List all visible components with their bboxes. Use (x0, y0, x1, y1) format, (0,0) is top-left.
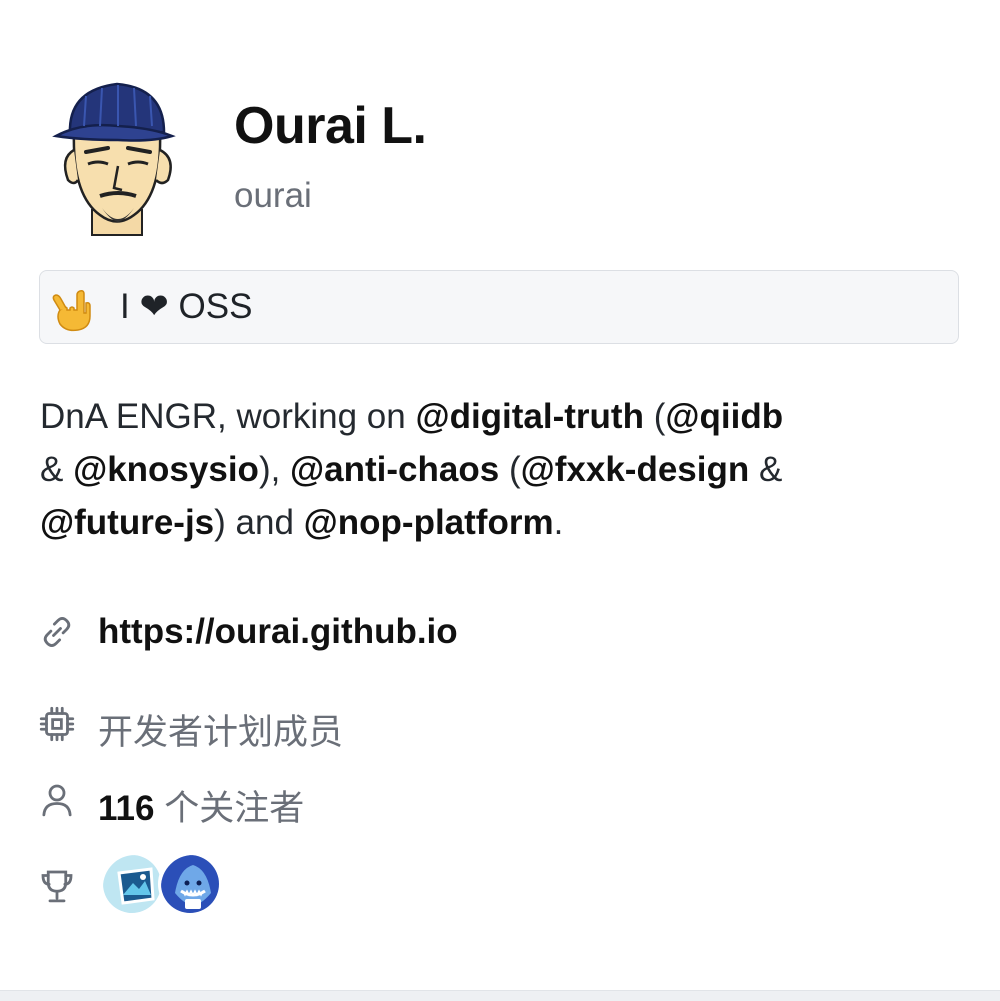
bio-text: & (40, 450, 74, 489)
bio-mention-digital-truth[interactable]: @digital-truth (415, 397, 644, 436)
section-divider (0, 990, 1000, 1001)
followers-row[interactable]: 116 个关注者 (36, 774, 536, 828)
bio-text: . (553, 503, 564, 542)
developer-program-label[interactable]: 开发者计划成员 (98, 704, 343, 755)
bio-text: & (749, 450, 783, 489)
avatar[interactable] (42, 70, 192, 240)
cpu-icon (36, 703, 78, 745)
profile-name: Ourai L. (234, 97, 427, 155)
achievement-badge-2-icon[interactable] (158, 852, 222, 916)
bio-mention-fxxk-design[interactable]: @fxxk-design (521, 450, 750, 489)
website-link[interactable]: https://ourai.github.io (98, 612, 458, 652)
bio-mention-nop-platform[interactable]: @nop-platform (304, 503, 554, 542)
bio-text: ) and (214, 503, 304, 542)
bio-text: ), (258, 450, 291, 489)
bio-mention-knosysio[interactable]: @knosysio (73, 450, 259, 489)
love-you-gesture-icon (50, 286, 96, 332)
followers-count: 116 (98, 789, 155, 828)
followers-label: 个关注者 (154, 789, 305, 828)
trophy-icon (36, 865, 78, 907)
achievement-badge-1-icon[interactable] (100, 852, 164, 916)
status-text: I ❤ OSS (120, 287, 253, 326)
bio-text: DnA ENGR, working on (40, 397, 416, 436)
profile-bio: DnA ENGR, working on @digital-truth (@qi… (40, 390, 940, 549)
profile-login: ourai (234, 176, 312, 215)
followers-text[interactable]: 116 个关注者 (98, 780, 304, 831)
bio-text: ( (499, 450, 521, 489)
bio-mention-future-js[interactable]: @future-js (40, 503, 214, 542)
link-icon (36, 611, 78, 653)
developer-program-row: 开发者计划成员 (36, 698, 536, 752)
website-row: https://ourai.github.io (36, 606, 636, 656)
bio-text: ( (643, 397, 666, 436)
bio-mention-anti-chaos[interactable]: @anti-chaos (290, 450, 499, 489)
person-icon (36, 779, 78, 821)
achievements-row (36, 860, 96, 910)
status-box[interactable]: I ❤ OSS (39, 270, 959, 344)
bio-mention-qiidb[interactable]: @qiidb (665, 397, 783, 436)
